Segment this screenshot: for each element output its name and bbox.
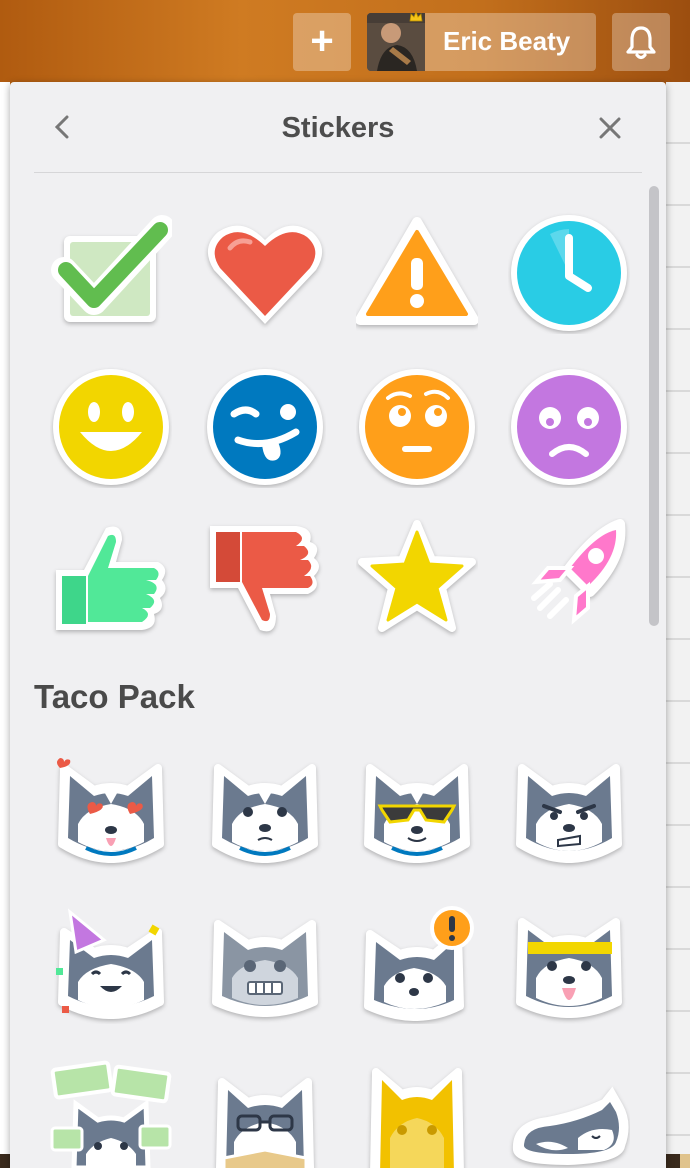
sticker-thumbs-up[interactable] <box>50 518 172 640</box>
husky-confused-icon <box>212 764 318 863</box>
star-icon <box>358 520 476 632</box>
sticker-taco-reading[interactable] <box>204 1058 326 1168</box>
bell-icon <box>626 26 656 60</box>
husky-party-hat-icon <box>56 908 164 1019</box>
husky-sleeping-icon <box>512 1086 629 1166</box>
sticker-taco-trophy[interactable] <box>356 1058 478 1168</box>
husky-alert-icon <box>364 906 474 1021</box>
husky-money-icon <box>50 1060 172 1168</box>
husky-headband-icon <box>516 918 622 1018</box>
clock-icon <box>511 215 627 331</box>
notifications-button[interactable] <box>612 13 670 71</box>
sticker-taco-robot[interactable] <box>204 902 326 1024</box>
sticker-heart[interactable] <box>204 212 326 334</box>
sticker-worried[interactable] <box>508 366 630 488</box>
sticker-clock[interactable] <box>508 212 630 334</box>
sticker-taco-love[interactable] <box>50 748 172 870</box>
husky-robot-icon <box>212 920 318 1017</box>
sticker-taco-alert[interactable] <box>356 902 478 1024</box>
section-title-taco-pack: Taco Pack <box>34 678 195 715</box>
sticker-taco-active[interactable] <box>508 902 630 1024</box>
popover-title: Stickers <box>281 112 395 144</box>
sticker-warning[interactable] <box>356 212 478 334</box>
warning-icon <box>356 217 478 325</box>
rocketship-icon <box>531 519 626 625</box>
board-background-left <box>0 82 10 1168</box>
sticker-smile[interactable] <box>50 366 172 488</box>
popover-header: Stickers <box>34 82 642 173</box>
add-button[interactable]: + <box>293 13 351 71</box>
worried-icon <box>511 369 627 485</box>
sticker-thumbs-down[interactable] <box>204 518 326 640</box>
thumbs-up-icon <box>56 526 166 630</box>
member-menu-button[interactable]: Eric Beaty <box>367 11 596 71</box>
crown-icon <box>409 11 423 22</box>
sticker-taco-money[interactable] <box>50 1058 172 1168</box>
smile-icon <box>53 369 169 485</box>
board-background-right <box>666 82 690 1168</box>
user-name: Eric Beaty <box>443 26 571 56</box>
sticker-taco-sleeping[interactable] <box>508 1058 630 1168</box>
scrollbar-thumb[interactable] <box>649 186 659 626</box>
sticker-rocketship[interactable] <box>508 518 630 640</box>
check-icon <box>51 215 172 322</box>
sticker-silly[interactable] <box>204 366 326 488</box>
stickers-popover: Stickers Taco Pack <box>10 82 666 1168</box>
sticker-taco-confused[interactable] <box>204 748 326 870</box>
sticker-check[interactable] <box>50 212 172 334</box>
silly-icon <box>207 369 323 485</box>
sticker-taco-celebrate[interactable] <box>50 902 172 1024</box>
sticker-taco-cool[interactable] <box>356 748 478 870</box>
heart-icon <box>207 225 323 324</box>
sticker-star[interactable] <box>356 518 478 640</box>
husky-angry-icon <box>516 764 622 863</box>
wondering-icon <box>359 369 475 485</box>
husky-glasses-icon <box>216 1078 314 1168</box>
thumbs-down-icon <box>210 526 319 632</box>
husky-sunglasses-icon <box>364 764 470 863</box>
husky-gold-icon <box>370 1068 464 1168</box>
husky-heart-eyes-icon <box>57 758 164 863</box>
sticker-wondering[interactable] <box>356 366 478 488</box>
close-icon[interactable] <box>598 116 622 140</box>
sticker-taco-angry[interactable] <box>508 748 630 870</box>
